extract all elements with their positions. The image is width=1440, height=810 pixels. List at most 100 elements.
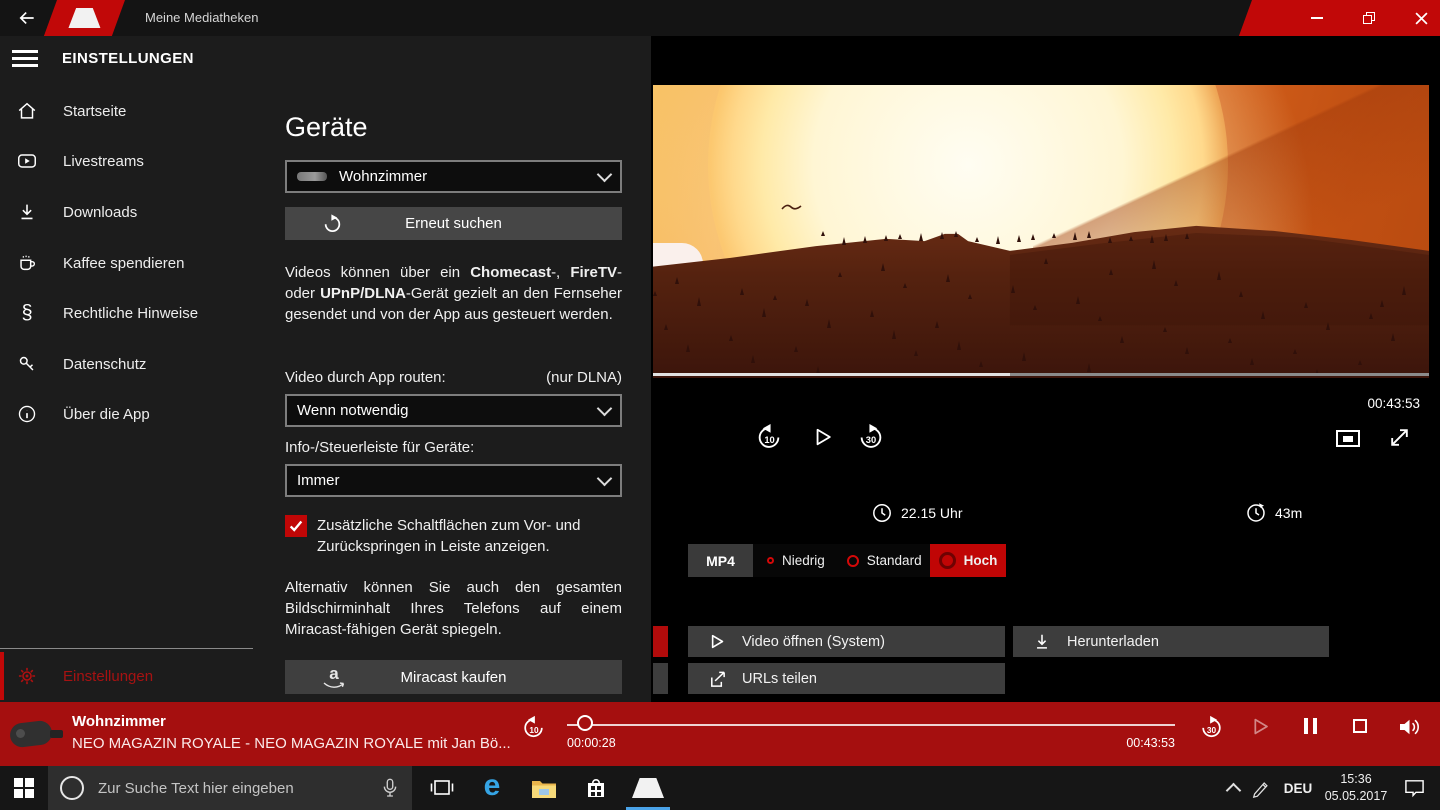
partial-button-gray[interactable] bbox=[653, 663, 668, 694]
player-volume-button[interactable] bbox=[1398, 717, 1422, 737]
tree bbox=[664, 324, 668, 330]
player-play-button[interactable] bbox=[1251, 717, 1270, 736]
quality-option-hoch-selected[interactable]: Hoch bbox=[930, 544, 1006, 577]
taskbar-edge-button[interactable]: e bbox=[470, 766, 514, 810]
tray-chevron-button[interactable] bbox=[1218, 766, 1248, 810]
volume-icon bbox=[1400, 719, 1419, 735]
video-play-button[interactable] bbox=[813, 427, 833, 447]
download-video-button[interactable]: Herunterladen bbox=[1013, 626, 1329, 657]
quality-option-niedrig[interactable]: Niedrig bbox=[753, 553, 837, 568]
gear-icon bbox=[14, 665, 40, 687]
quality-option-standard[interactable]: Standard bbox=[837, 553, 932, 568]
sidebar-item-einstellungen-active[interactable]: Einstellungen bbox=[0, 652, 260, 700]
player-stop-button[interactable] bbox=[1353, 719, 1367, 733]
key-icon bbox=[14, 353, 40, 375]
microphone-icon[interactable] bbox=[380, 777, 400, 799]
partial-button-red[interactable] bbox=[653, 626, 668, 657]
sidebar-item-kaffee[interactable]: Kaffee spendieren bbox=[0, 242, 256, 284]
refresh-icon bbox=[323, 214, 342, 233]
tray-language-indicator[interactable]: DEU bbox=[1278, 766, 1318, 810]
taskbar-search[interactable] bbox=[48, 766, 412, 810]
tree bbox=[842, 237, 846, 245]
infobar-select[interactable]: Immer bbox=[285, 464, 622, 497]
route-select[interactable]: Wenn notwendig bbox=[285, 394, 622, 427]
airtime-label: 22.15 Uhr bbox=[901, 505, 963, 521]
tree bbox=[1163, 327, 1167, 332]
cast-player-bar: Wohnzimmer NEO MAGAZIN ROYALE - NEO MAGA… bbox=[0, 702, 1440, 766]
taskbar-store-button[interactable] bbox=[574, 766, 618, 810]
player-skip-back-button[interactable]: 10 bbox=[522, 715, 545, 739]
tree bbox=[1217, 271, 1221, 280]
back-button[interactable] bbox=[16, 8, 38, 28]
taskbar-mediatheken-button[interactable] bbox=[626, 766, 670, 810]
tree bbox=[1150, 235, 1154, 243]
sidebar-item-downloads[interactable]: Downloads bbox=[0, 191, 256, 233]
tree bbox=[1185, 233, 1189, 239]
sidebar-item-label: Über die App bbox=[63, 405, 150, 423]
windows-logo-icon bbox=[14, 778, 34, 798]
player-pause-button[interactable] bbox=[1304, 718, 1317, 734]
edge-icon: e bbox=[483, 769, 501, 802]
amazon-icon: a bbox=[323, 665, 345, 689]
download-icon bbox=[14, 201, 40, 223]
tray-pen-button[interactable] bbox=[1246, 766, 1276, 810]
now-playing-title: NEO MAGAZIN ROYALE - NEO MAGAZIN ROYALE … bbox=[72, 735, 511, 752]
tree bbox=[1239, 291, 1243, 297]
sidebar-item-livestreams[interactable]: Livestreams bbox=[0, 140, 256, 182]
player-skip-forward-button[interactable]: 30 bbox=[1200, 715, 1223, 739]
tray-clock[interactable]: 15:36 05.05.2017 bbox=[1318, 766, 1394, 810]
video-skip-back-button[interactable]: 10 bbox=[756, 423, 782, 450]
back-arrow-icon bbox=[19, 11, 34, 25]
video-seekbar[interactable] bbox=[653, 373, 1429, 376]
player-progress-thumb[interactable] bbox=[577, 715, 594, 731]
sidebar-item-startseite[interactable]: Startseite bbox=[0, 90, 256, 132]
home-icon bbox=[14, 100, 40, 122]
tree bbox=[1044, 258, 1048, 264]
restore-button[interactable] bbox=[1352, 0, 1386, 36]
tree bbox=[697, 297, 701, 306]
start-button[interactable] bbox=[0, 766, 48, 810]
tree bbox=[1052, 233, 1056, 238]
taskbar-explorer-button[interactable] bbox=[522, 766, 566, 810]
task-view-button[interactable] bbox=[420, 766, 464, 810]
tree bbox=[1369, 313, 1373, 319]
sidebar-item-label: Datenschutz bbox=[63, 355, 147, 373]
player-elapsed-time: 00:00:28 bbox=[567, 736, 616, 750]
picture-in-picture-button[interactable] bbox=[1336, 430, 1360, 447]
sidebar-item-ueber-die-app[interactable]: Über die App bbox=[0, 393, 256, 435]
player-progress-track[interactable] bbox=[567, 724, 1175, 726]
minimize-button[interactable] bbox=[1300, 0, 1334, 36]
hamburger-menu-button[interactable] bbox=[12, 46, 38, 71]
rescan-button[interactable]: Erneut suchen bbox=[285, 207, 622, 240]
close-button[interactable] bbox=[1404, 0, 1438, 36]
extra-buttons-checkbox[interactable] bbox=[285, 515, 307, 537]
tree bbox=[898, 234, 902, 239]
open-video-button[interactable]: Video öffnen (System) bbox=[688, 626, 1005, 657]
video-seekbar-progress bbox=[653, 373, 1010, 376]
sidebar-item-rechtliche-hinweise[interactable]: § Rechtliche Hinweise bbox=[0, 292, 256, 334]
format-tab-mp4[interactable]: MP4 bbox=[688, 544, 753, 577]
tree bbox=[751, 355, 755, 363]
tree bbox=[653, 291, 657, 296]
tree bbox=[1033, 305, 1037, 310]
skip-forward-30-icon: 30 bbox=[860, 424, 882, 448]
fullscreen-button[interactable] bbox=[1388, 426, 1411, 449]
share-urls-button[interactable]: URLs teilen bbox=[688, 663, 1005, 694]
search-input[interactable] bbox=[96, 778, 380, 798]
video-duration: 00:43:53 bbox=[1367, 396, 1420, 411]
video-skip-forward-button[interactable]: 30 bbox=[858, 423, 884, 450]
livestream-icon bbox=[14, 150, 40, 172]
play-icon bbox=[706, 633, 728, 650]
tree bbox=[1304, 302, 1308, 308]
fullscreen-icon bbox=[1391, 429, 1408, 446]
device-select[interactable]: Wohnzimmer bbox=[285, 160, 622, 193]
miracast-buy-button[interactable]: a Miracast kaufen bbox=[285, 660, 622, 694]
sidebar-item-datenschutz[interactable]: Datenschutz bbox=[0, 343, 256, 385]
tree bbox=[821, 231, 825, 236]
clock-icon bbox=[873, 504, 891, 522]
tree bbox=[903, 283, 907, 288]
action-center-button[interactable] bbox=[1394, 766, 1434, 810]
tree bbox=[1073, 232, 1077, 240]
tree bbox=[1380, 300, 1384, 307]
tree bbox=[996, 236, 1000, 244]
